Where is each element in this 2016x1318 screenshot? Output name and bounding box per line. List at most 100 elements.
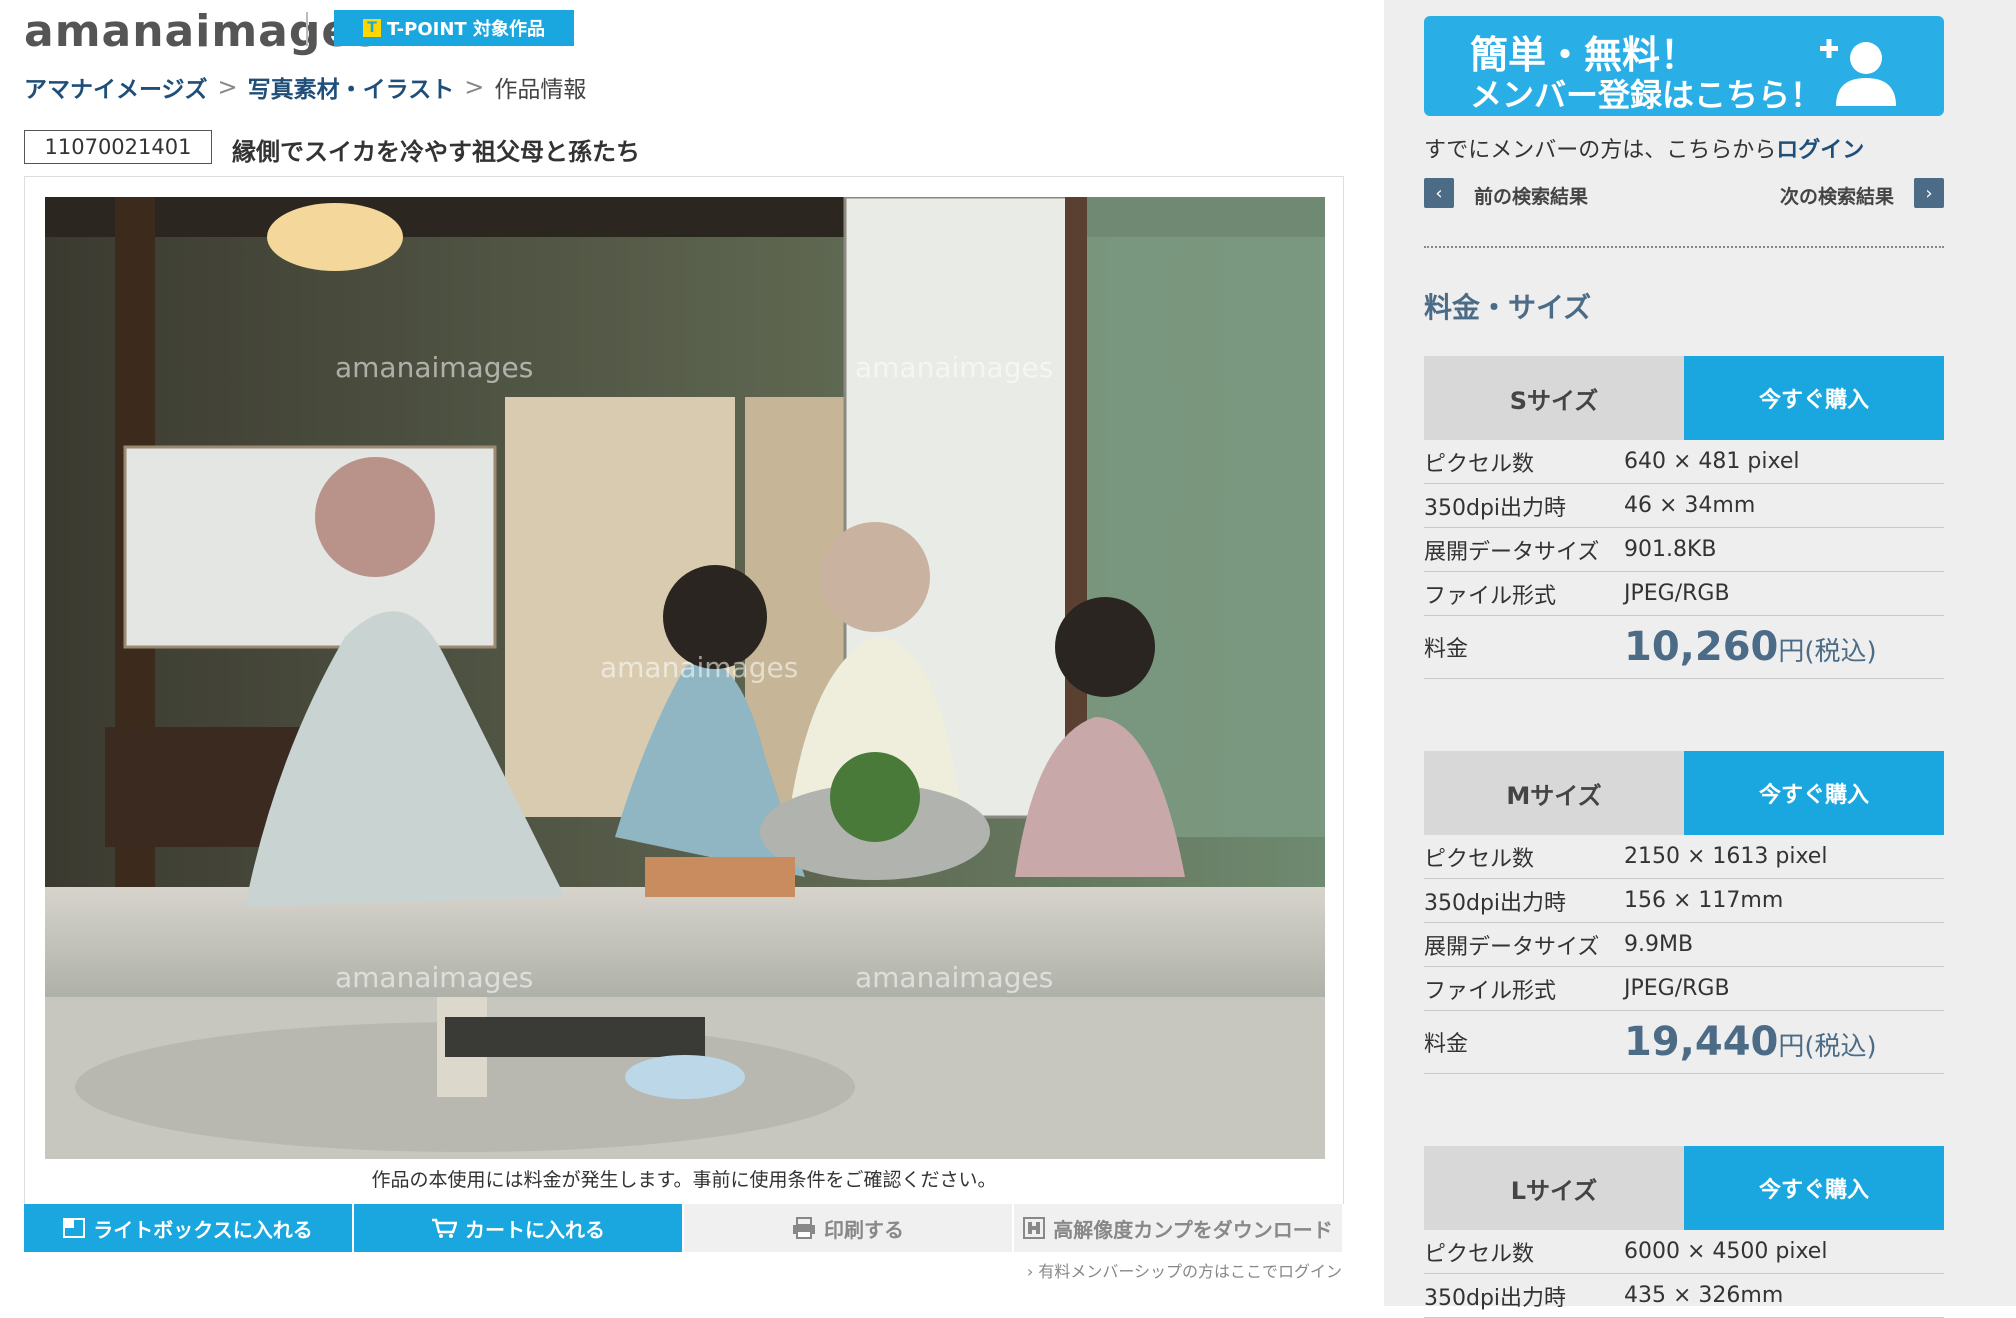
search-result-nav: ‹ 前の検索結果 次の検索結果 › xyxy=(1424,178,1944,208)
price-amount: 10,260 xyxy=(1624,624,1779,670)
spec-row: ピクセル数 640 × 481 pixel xyxy=(1424,440,1944,484)
size-name: Sサイズ xyxy=(1424,356,1684,440)
spec-value: 6000 × 4500 pixel xyxy=(1624,1239,1828,1264)
download-icon xyxy=(1023,1217,1046,1239)
prev-result-button[interactable]: ‹ xyxy=(1424,178,1454,208)
print-button[interactable]: 印刷する xyxy=(684,1204,1014,1252)
spec-label: ピクセル数 xyxy=(1424,451,1535,477)
image-frame: amanaimages amanaimages amanaimages aman… xyxy=(24,176,1344,1206)
price-amount: 19,440 xyxy=(1624,1019,1779,1065)
lightbox-button[interactable]: ライトボックスに入れる xyxy=(24,1204,354,1252)
size-name: Mサイズ xyxy=(1424,751,1684,835)
cart-icon xyxy=(432,1218,457,1238)
spec-label: ピクセル数 xyxy=(1424,846,1535,872)
spec-row: ピクセル数 6000 × 4500 pixel xyxy=(1424,1230,1944,1274)
spec-value: 156 × 117mm xyxy=(1624,888,1784,913)
print-icon xyxy=(793,1217,815,1239)
next-result-label[interactable]: 次の検索結果 xyxy=(1780,182,1894,209)
size-option-s: Sサイズ 今すぐ購入 ピクセル数 640 × 481 pixel 350dpi出力… xyxy=(1424,356,1944,679)
spec-label: 展開データサイズ xyxy=(1424,934,1600,960)
spec-label: ファイル形式 xyxy=(1424,583,1557,609)
action-bar: ライトボックスに入れる カートに入れる 印刷する 高解像度カンプをダウンロード xyxy=(24,1204,1344,1252)
member-login-label: 有料メンバーシップの方はここでログイン xyxy=(1038,1262,1342,1281)
breadcrumb-current: 作品情報 xyxy=(494,77,587,103)
spec-value: 640 × 481 pixel xyxy=(1624,449,1800,474)
spec-row: ファイル形式 JPEG/RGB xyxy=(1424,967,1944,1011)
prev-result-label[interactable]: 前の検索結果 xyxy=(1474,182,1588,209)
spec-row: 展開データサイズ 901.8KB xyxy=(1424,528,1944,572)
spec-value: 2150 × 1613 pixel xyxy=(1624,844,1828,869)
spec-label: 展開データサイズ xyxy=(1424,539,1600,565)
tpoint-label: T-POINT 対象作品 xyxy=(387,19,545,40)
register-banner[interactable]: 簡単・無料！ メンバー登録はこちら！ xyxy=(1424,16,1944,116)
price-label: 料金 xyxy=(1424,637,1469,662)
usage-notice: 作品の本使用には料金が発生します。事前に使用条件をご確認ください。 xyxy=(371,1169,997,1191)
spec-label: 350dpi出力時 xyxy=(1424,890,1567,916)
watermark-1: amanaimages xyxy=(335,351,533,384)
breadcrumb-separator: > xyxy=(217,73,238,101)
chevron-right-icon: › xyxy=(1026,1262,1034,1281)
spec-value: 435 × 326mm xyxy=(1624,1283,1784,1308)
login-prompt-text: すでにメンバーの方は、こちらから xyxy=(1424,138,1777,163)
lightbox-icon xyxy=(63,1218,86,1238)
site-logo[interactable]: amanaimages xyxy=(24,6,379,57)
buy-now-button[interactable]: 今すぐ購入 xyxy=(1684,1146,1944,1230)
size-option-l: Lサイズ 今すぐ購入 ピクセル数 6000 × 4500 pixel 350dpi… xyxy=(1424,1146,1944,1318)
breadcrumb: アマナイメージズ > 写真素材・イラスト > 作品情報 xyxy=(24,70,586,104)
login-link[interactable]: ログイン xyxy=(1776,138,1864,163)
watermark-3: amanaimages xyxy=(600,651,798,684)
price-row: 料金 10,260円(税込) xyxy=(1424,616,1944,679)
lightbox-label: ライトボックスに入れる xyxy=(93,1217,313,1242)
chevron-left-icon: ‹ xyxy=(1435,182,1443,204)
spec-row: ピクセル数 2150 × 1613 pixel xyxy=(1424,835,1944,879)
price-row: 料金 19,440円(税込) xyxy=(1424,1011,1944,1074)
watermark-4: amanaimages xyxy=(335,961,533,994)
breadcrumb-category[interactable]: 写真素材・イラスト xyxy=(248,70,455,104)
download-comp-button[interactable]: 高解像度カンプをダウンロード xyxy=(1014,1204,1344,1252)
size-option-m: Mサイズ 今すぐ購入 ピクセル数 2150 × 1613 pixel 350dpi… xyxy=(1424,751,1944,1074)
tpoint-icon: T xyxy=(363,19,382,37)
buy-now-button[interactable]: 今すぐ購入 xyxy=(1684,356,1944,440)
product-photo[interactable]: amanaimages amanaimages amanaimages aman… xyxy=(45,197,1325,1159)
add-to-cart-button[interactable]: カートに入れる xyxy=(354,1204,684,1252)
product-photo-illustration: amanaimages amanaimages amanaimages aman… xyxy=(45,197,1325,1159)
buy-now-button[interactable]: 今すぐ購入 xyxy=(1684,751,1944,835)
logo-divider xyxy=(306,12,308,46)
cart-label: カートに入れる xyxy=(465,1217,605,1242)
spec-row: 350dpi出力時 156 × 117mm xyxy=(1424,879,1944,923)
spec-row: 350dpi出力時 435 × 326mm xyxy=(1424,1274,1944,1318)
spec-label: ファイル形式 xyxy=(1424,978,1557,1004)
sidebar: 簡単・無料！ メンバー登録はこちら！ すでにメンバーの方は、こちらからログイン … xyxy=(1384,0,2016,1318)
price-unit: 円(税込) xyxy=(1778,1032,1877,1062)
tpoint-badge: T T-POINT 対象作品 xyxy=(334,10,574,46)
spec-row: 展開データサイズ 9.9MB xyxy=(1424,923,1944,967)
price-unit: 円(税込) xyxy=(1778,637,1877,667)
main-column: amanaimages T T-POINT 対象作品 アマナイメージズ > 写真… xyxy=(0,0,1384,1306)
spec-value: JPEG/RGB xyxy=(1624,976,1730,1001)
download-label: 高解像度カンプをダウンロード xyxy=(1053,1217,1333,1242)
register-line2: メンバー登録はこちら！ xyxy=(1470,76,1823,114)
spec-row: ファイル形式 JPEG/RGB xyxy=(1424,572,1944,616)
product-id: 11070021401 xyxy=(24,130,212,164)
spec-value: JPEG/RGB xyxy=(1624,581,1730,606)
spec-value: 46 × 34mm xyxy=(1624,493,1756,518)
breadcrumb-separator: > xyxy=(464,73,485,101)
spec-value: 901.8KB xyxy=(1624,537,1717,562)
add-user-icon xyxy=(1820,39,1896,106)
member-login-link[interactable]: › 有料メンバーシップの方はここでログイン xyxy=(1027,1258,1342,1282)
spec-label: ピクセル数 xyxy=(1424,1241,1535,1267)
watermark-2: amanaimages xyxy=(855,351,1053,384)
size-name: Lサイズ xyxy=(1424,1146,1684,1230)
price-size-heading: 料金・サイズ xyxy=(1424,291,1592,324)
chevron-right-icon: › xyxy=(1925,182,1933,204)
next-result-button[interactable]: › xyxy=(1914,178,1944,208)
spec-value: 9.9MB xyxy=(1624,932,1694,957)
page-title: 縁側でスイカを冷やす祖父母と孫たち xyxy=(232,138,640,166)
spec-label: 350dpi出力時 xyxy=(1424,1285,1567,1311)
login-prompt: すでにメンバーの方は、こちらからログイン xyxy=(1424,132,1864,164)
print-label: 印刷する xyxy=(824,1217,904,1242)
breadcrumb-home[interactable]: アマナイメージズ xyxy=(24,70,208,104)
price-label: 料金 xyxy=(1424,1032,1469,1057)
watermark-5: amanaimages xyxy=(855,961,1053,994)
divider xyxy=(1424,246,1944,248)
